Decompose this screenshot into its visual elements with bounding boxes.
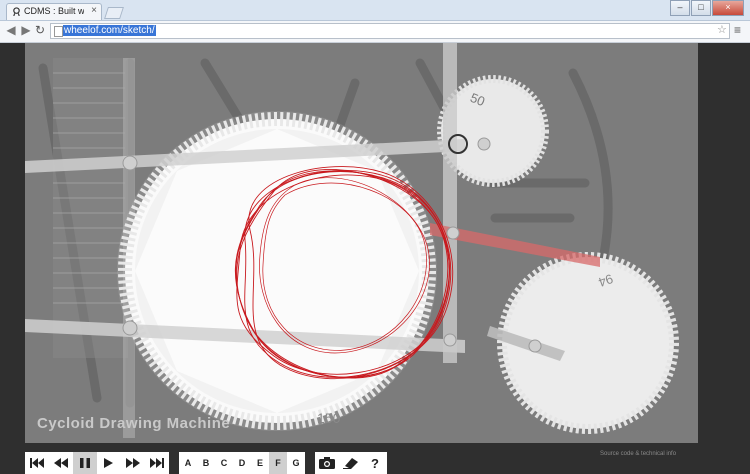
page-content: 150 50 94 Cycloid Drawing Machine Source… [0,43,750,474]
canvas-title: Cycloid Drawing Machine [37,415,231,432]
menu-icon[interactable]: ≡ [734,23,741,37]
minimize-button[interactable]: – [670,0,690,16]
window-controls: – □ × [669,0,744,16]
source-link[interactable]: Source code & technical info [600,451,676,457]
camera-icon[interactable] [315,452,339,474]
last-icon[interactable] [145,452,169,474]
setup-b-button[interactable]: B [197,452,215,474]
playback-controls [25,452,169,474]
eraser-icon[interactable] [339,452,363,474]
pause-icon[interactable] [73,452,97,474]
setup-a-button[interactable]: A [179,452,197,474]
back-icon[interactable]: ◀ [4,23,18,37]
browser-tab[interactable]: CDMS : Built with Proce × [6,3,102,20]
bookmark-star-icon[interactable]: ☆ [717,23,727,36]
drawing-canvas[interactable]: 150 50 94 Cycloid Drawing Machine [25,43,698,443]
browser-toolbar: ◀ ▶ ↻ wheelof.com/sketch/ ☆ ≡ [0,21,750,43]
tab-title: CDMS : Built with Proce [24,6,84,16]
fast-forward-icon[interactable] [121,452,145,474]
maximize-button[interactable]: □ [691,0,711,16]
gear-label-large: 150 [317,410,341,426]
favicon-icon [13,7,20,16]
page-icon [54,26,63,37]
setup-e-button[interactable]: E [251,452,269,474]
browser-titlebar: CDMS : Built with Proce × – □ × [0,0,750,21]
control-bar: A B C D E F G ? [25,452,397,474]
machine-illustration: 150 50 94 [25,43,679,438]
new-tab-button[interactable] [104,7,124,19]
reload-icon[interactable]: ↻ [33,23,47,37]
close-window-button[interactable]: × [712,0,744,16]
setup-c-button[interactable]: C [215,452,233,474]
play-icon[interactable] [97,452,121,474]
setup-g-button[interactable]: G [287,452,305,474]
forward-icon[interactable]: ▶ [19,23,33,37]
setup-d-button[interactable]: D [233,452,251,474]
address-bar[interactable]: wheelof.com/sketch/ [50,23,730,39]
first-icon[interactable] [25,452,49,474]
rewind-icon[interactable] [49,452,73,474]
center-vertical-ruler [443,43,457,363]
setup-buttons: A B C D E F G [179,452,305,474]
help-icon[interactable]: ? [363,452,387,474]
setup-f-button[interactable]: F [269,452,287,474]
url-text[interactable]: wheelof.com/sketch/ [63,25,156,36]
tool-buttons: ? [315,452,387,474]
tab-close-icon[interactable]: × [91,5,97,16]
